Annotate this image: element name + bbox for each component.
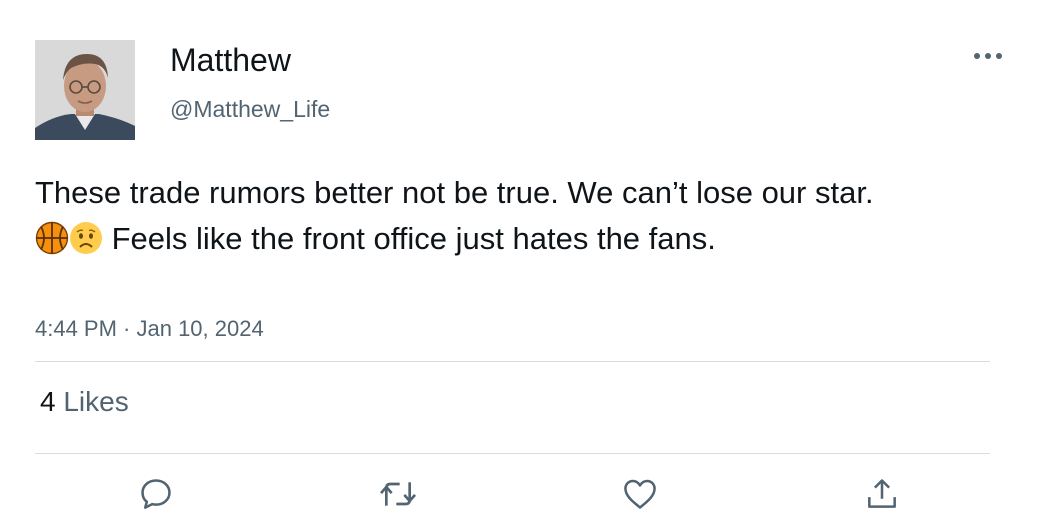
- heart-icon: [624, 479, 656, 509]
- author-handle[interactable]: @Matthew_Life: [170, 96, 330, 123]
- profile-photo-icon: [35, 40, 135, 140]
- worried-face-emoji-icon: [69, 221, 103, 255]
- reply-icon: [141, 479, 171, 509]
- share-button[interactable]: [862, 474, 902, 514]
- author-name[interactable]: Matthew: [170, 42, 291, 79]
- tweet-text-part1: These trade rumors better not be true. W…: [35, 175, 874, 210]
- tweet-text: These trade rumors better not be true. W…: [35, 170, 895, 261]
- tweet-card: Matthew @Matthew_Life These trade rumors…: [0, 0, 1050, 525]
- basketball-emoji-icon: [35, 221, 69, 255]
- divider: [35, 361, 990, 362]
- likes-label: Likes: [63, 386, 129, 417]
- share-icon: [868, 479, 896, 508]
- more-options-button[interactable]: [970, 46, 1006, 66]
- reply-button[interactable]: [136, 474, 176, 514]
- like-button[interactable]: [620, 474, 660, 514]
- divider: [35, 453, 990, 454]
- avatar[interactable]: [35, 40, 135, 140]
- retweet-icon: [379, 482, 417, 506]
- likes-stat[interactable]: 4 Likes: [40, 386, 129, 418]
- tweet-timestamp[interactable]: 4:44 PM · Jan 10, 2024: [35, 316, 264, 342]
- more-dots-icon: [974, 53, 1002, 59]
- tweet-text-part2: Feels like the front office just hates t…: [103, 220, 716, 256]
- likes-count: 4: [40, 386, 56, 417]
- retweet-button[interactable]: [378, 474, 418, 514]
